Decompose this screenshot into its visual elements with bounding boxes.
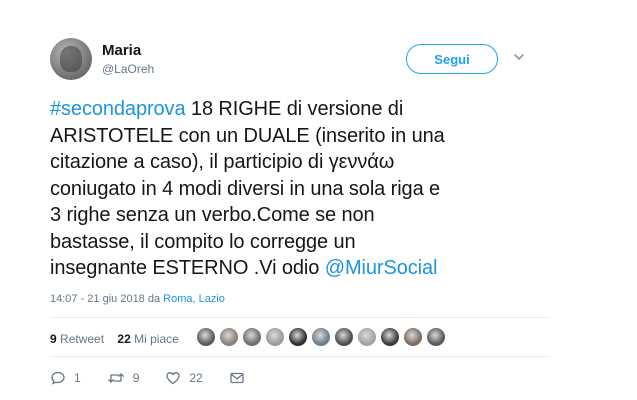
liker-avatar[interactable] [357,327,377,347]
liker-avatar[interactable] [403,327,423,347]
tweet-line: bastasse, il compito lo corregge un [50,229,540,256]
tweet-text-segment: bastasse, il compito lo corregge un [50,230,356,253]
liker-avatar[interactable] [334,327,354,347]
hashtag-link[interactable]: #secondaprova [50,98,186,120]
tweet-actions: 1 9 22 [50,370,279,386]
heart-icon [166,372,181,385]
tweet-line: coniugato in 4 modi diversi in una sola … [50,176,540,203]
liker-avatar[interactable] [426,327,446,347]
mention-link[interactable]: @MiurSocial [325,257,438,279]
liker-avatar[interactable] [196,327,216,347]
tweet-meta: 14:07 - 21 giu 2018 da Roma, Lazio [50,293,225,305]
tweet-text-segment: 3 righe senza un verbo.Come se non [50,204,375,226]
tweet-text-segment: citazione a caso), il participio di γενν… [50,151,395,173]
liker-avatar[interactable] [265,327,285,347]
like-stat-label: Mi piace [134,332,179,346]
reply-icon [51,371,65,385]
direct-message-button[interactable] [229,370,253,386]
tweet-line: ARISTOTELE con un DUALE (inserito in una [50,123,540,150]
tweet-location[interactable]: Roma, Lazio [163,293,225,305]
like-button[interactable]: 22 [165,370,203,386]
retweet-stat-label: Retweet [60,332,105,346]
chevron-down-icon[interactable] [512,50,526,64]
like-action-count: 22 [189,371,203,385]
liker-avatars [196,327,449,347]
reply-count: 1 [74,371,81,385]
retweet-count: 9 [50,332,57,346]
tweet-timestamp[interactable]: 14:07 - 21 giu 2018 da [50,293,163,305]
user-display-name[interactable]: Maria [102,42,141,59]
tweet-text: #secondaprova 18 RIGHE di versione di ARI… [50,96,540,282]
liker-avatar[interactable] [311,327,331,347]
tweet-text-segment: 18 RIGHE di versione di [185,98,404,120]
like-count: 22 [117,332,131,346]
tweet-card: Maria @LaOreh Segui #secondaprova 18 RIG… [0,0,637,400]
divider [50,317,550,318]
retweet-icon [107,373,124,383]
tweet-line: citazione a caso), il participio di γενν… [50,149,540,176]
tweet-text-segment: ARISTOTELE con un DUALE (inserito in una [50,124,445,147]
reply-button[interactable]: 1 [50,370,81,386]
retweet-stat[interactable]: 9 Retweet [50,332,104,346]
envelope-icon [230,372,244,384]
liker-avatar[interactable] [219,327,239,347]
tweet-line: insegnante ESTERNO .Vi odio @MiurSocial [50,255,540,282]
user-handle[interactable]: @LaOreh [102,62,154,76]
tweet-line: 3 righe senza un verbo.Come se non [50,202,540,229]
tweet-text-segment: coniugato in 4 modi diversi in una sola … [50,177,441,200]
like-stat[interactable]: 22 Mi piace [117,332,178,346]
liker-avatar[interactable] [242,327,262,347]
follow-button[interactable]: Segui [406,44,498,74]
divider [50,356,550,357]
tweet-stats: 9 Retweet 22 Mi piace [50,332,189,346]
liker-avatar[interactable] [380,327,400,347]
tweet-text-segment: insegnante ESTERNO .Vi odio [50,257,325,279]
retweet-action-count: 9 [132,371,140,385]
retweet-button[interactable]: 9 [107,370,140,386]
liker-avatar[interactable] [288,327,308,347]
tweet-line: #secondaprova 18 RIGHE di versione di [50,96,540,123]
user-avatar[interactable] [50,38,92,80]
